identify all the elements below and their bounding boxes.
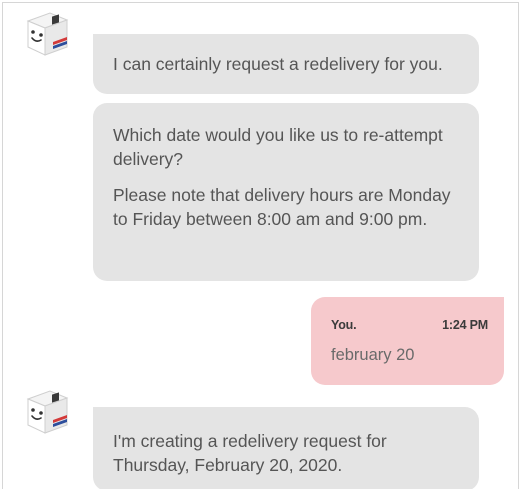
bot-message: I can certainly request a redelivery for… [93,34,479,94]
bot-avatar-icon [20,387,74,441]
bot-avatar-icon [20,9,74,63]
user-message: You. 1:24 PM february 20 [311,297,504,385]
message-paragraph: Please note that delivery hours are Mond… [113,185,451,229]
message-meta: You. 1:24 PM [331,317,488,333]
message-time: 1:24 PM [442,318,488,332]
message-text: I'm creating a redelivery request for Th… [113,431,387,475]
message-text: february 20 [331,346,415,364]
message-paragraph: Which date would you like us to re-attem… [113,125,443,169]
chat-window: I can certainly request a redelivery for… [2,2,519,489]
message-text: I can certainly request a redelivery for… [113,54,443,74]
bot-message: I'm creating a redelivery request for Th… [93,407,479,489]
bot-message: Which date would you like us to re-attem… [93,103,479,281]
sender-name: You. [331,318,357,332]
